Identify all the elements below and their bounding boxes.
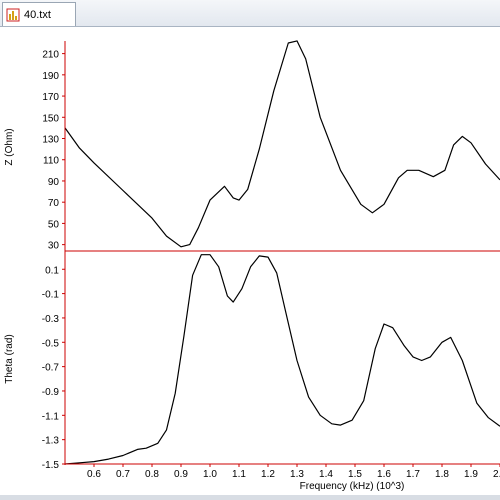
y-tick-label: -1.5 xyxy=(42,460,60,471)
x-tick-label: 1.6 xyxy=(377,469,391,480)
document-tab-label: 40.txt xyxy=(24,8,51,21)
y-axis-label-impedance: Z (Ohm) xyxy=(4,128,15,165)
x-tick-label: 1.3 xyxy=(290,469,304,480)
plot-area: 30 50 70 90 110 130 150 170 190 210 Z (Ohm) 0.1 -0.1… xyxy=(0,27,500,495)
x-tick-label: 1.1 xyxy=(232,469,246,480)
x-tick-label: 0.8 xyxy=(145,469,159,480)
y-tick-label: 0.1 xyxy=(45,265,59,276)
y-tick-label: 30 xyxy=(48,241,60,252)
chart-document-icon xyxy=(6,8,20,21)
phase-curve xyxy=(64,254,500,465)
y-tick-label: 190 xyxy=(42,71,59,82)
y-tick-label: 170 xyxy=(42,92,59,103)
y-tick-label: 150 xyxy=(42,113,59,124)
x-axis-label: Frequency (kHz) (10^3) xyxy=(300,481,405,492)
x-tick-label: 0.6 xyxy=(87,469,101,480)
y-tick-label: 70 xyxy=(48,198,60,209)
y-axis-label-phase: Theta (rad) xyxy=(4,334,15,383)
y-tick-label: 50 xyxy=(48,219,60,230)
x-tick-label: 1.8 xyxy=(435,469,449,480)
impedance-curve xyxy=(64,40,500,248)
x-tick-label: 1.0 xyxy=(203,469,217,480)
y-tick-label: -0.3 xyxy=(42,314,60,325)
x-tick-label: 0.7 xyxy=(116,469,130,480)
bottom-status-strip xyxy=(0,495,500,500)
x-tick-label: 1.2 xyxy=(261,469,275,480)
y-tick-label: 210 xyxy=(42,50,59,61)
x-tick-label: 1.4 xyxy=(319,469,333,480)
y-tick-label: -0.9 xyxy=(42,387,60,398)
plot-window: 40.txt 30 50 70 90 110 130 150 170 190 210 Z (Ohm)… xyxy=(0,0,500,500)
y-tick-label: -0.7 xyxy=(42,363,60,374)
document-tab-bar: 40.txt xyxy=(0,0,500,27)
y-tick-label: -0.5 xyxy=(42,338,60,349)
document-tab[interactable]: 40.txt xyxy=(2,2,76,26)
y-tick-label: -1.3 xyxy=(42,436,60,447)
x-tick-label: 1.5 xyxy=(348,469,362,480)
y-tick-label: 110 xyxy=(43,156,59,167)
x-tick-label: 0.9 xyxy=(174,469,188,480)
impedance-phase-plot: 30 50 70 90 110 130 150 170 190 210 Z (Ohm) 0.1 -0.1… xyxy=(4,40,500,492)
y-tick-label: -1.1 xyxy=(42,411,60,422)
y-tick-label: 130 xyxy=(42,135,59,146)
x-tick-label: 1.7 xyxy=(406,469,420,480)
y-tick-label: 90 xyxy=(48,177,60,188)
y-tick-label: -0.1 xyxy=(42,290,60,301)
x-tick-label: 1.9 xyxy=(464,469,478,480)
x-tick-label: 2.0 xyxy=(493,469,500,480)
